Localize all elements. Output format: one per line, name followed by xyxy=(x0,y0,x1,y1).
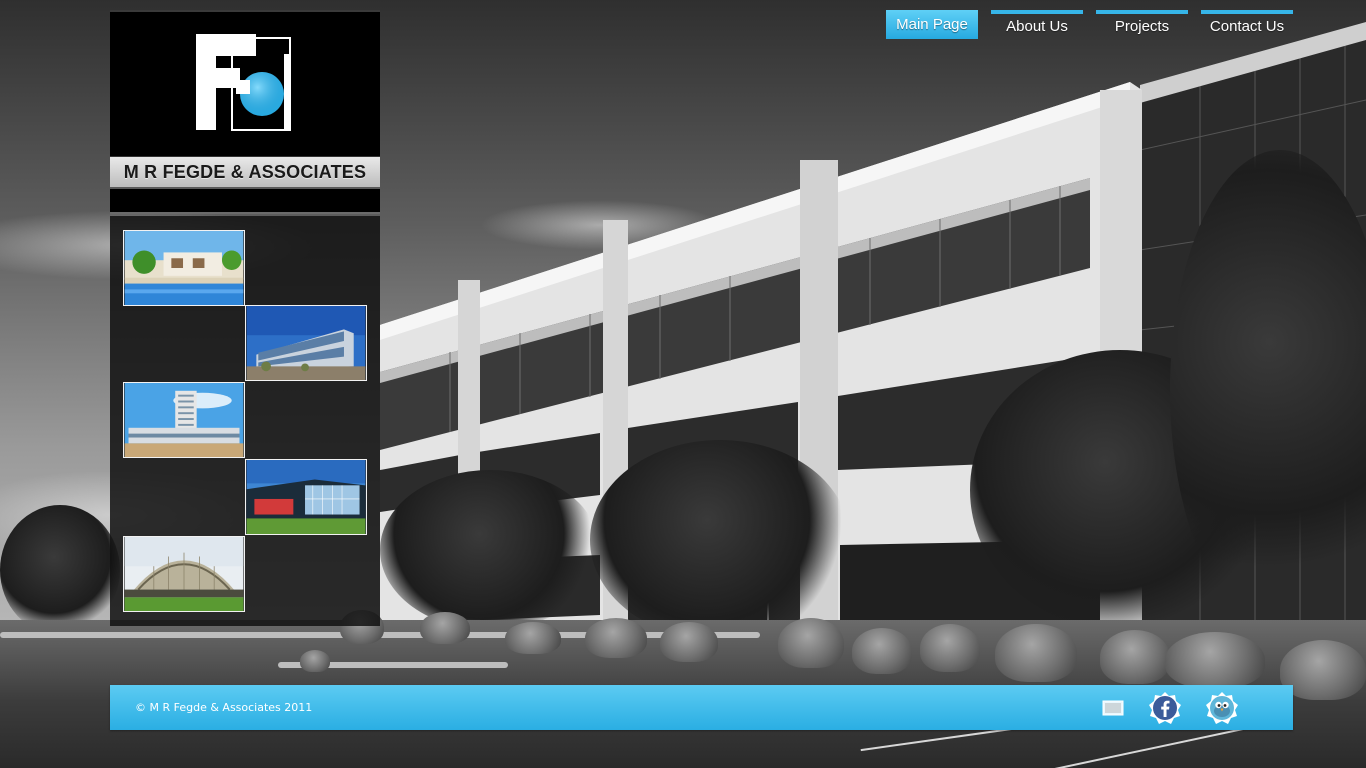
sidebar: M R FEGDE & ASSOCIATES xyxy=(110,10,380,626)
gallery-thumbnail-office[interactable] xyxy=(245,305,367,381)
office-building-photo xyxy=(246,306,366,380)
screen-icon[interactable] xyxy=(1095,690,1131,726)
shrub xyxy=(300,650,330,672)
company-logo-icon[interactable] xyxy=(196,34,294,132)
gallery-thumbnail-dome[interactable] xyxy=(123,536,245,612)
nav-label: About Us xyxy=(1006,18,1068,35)
gallery-thumbnail-glass[interactable] xyxy=(245,459,367,535)
footer-bar: © M R Fegde & Associates 2011 xyxy=(110,685,1293,730)
shrub xyxy=(420,612,470,644)
shrub xyxy=(660,622,718,662)
shrub xyxy=(920,624,980,672)
tree xyxy=(380,470,600,630)
tree xyxy=(590,440,850,640)
company-name: M R FEGDE & ASSOCIATES xyxy=(123,161,367,182)
shrub xyxy=(995,624,1077,682)
nav-label: Projects xyxy=(1114,18,1170,35)
shrub xyxy=(778,618,844,668)
top-navigation: Main Page About Us Projects Contact Us xyxy=(886,10,1293,39)
nav-main-page[interactable]: Main Page xyxy=(886,10,978,39)
shrub xyxy=(852,628,912,674)
tree xyxy=(0,505,120,635)
nav-label: Contact Us xyxy=(1209,18,1285,35)
shrub xyxy=(1100,630,1170,684)
glass-building-photo xyxy=(246,460,366,534)
logo-panel[interactable] xyxy=(110,10,380,157)
shrub xyxy=(1165,632,1265,688)
resort-pool-photo xyxy=(124,231,244,305)
hotel-tower-photo xyxy=(124,383,244,457)
nav-about-us[interactable]: About Us xyxy=(991,10,1083,39)
facebook-icon[interactable] xyxy=(1147,690,1183,726)
gallery-thumbnail-tower[interactable] xyxy=(123,382,245,458)
brand-bar: M R FEGDE & ASSOCIATES xyxy=(110,157,380,187)
project-gallery xyxy=(110,216,380,626)
gallery-thumbnail-resort[interactable] xyxy=(123,230,245,306)
nav-label: Main Page xyxy=(896,16,968,33)
dome-structure-photo xyxy=(124,537,244,611)
copyright-text: © M R Fegde & Associates 2011 xyxy=(135,701,313,714)
nav-projects[interactable]: Projects xyxy=(1096,10,1188,39)
twitter-icon[interactable] xyxy=(1204,690,1240,726)
sub-bar xyxy=(110,187,380,214)
shrub xyxy=(585,618,647,658)
shrub xyxy=(505,622,561,654)
nav-contact-us[interactable]: Contact Us xyxy=(1201,10,1293,39)
